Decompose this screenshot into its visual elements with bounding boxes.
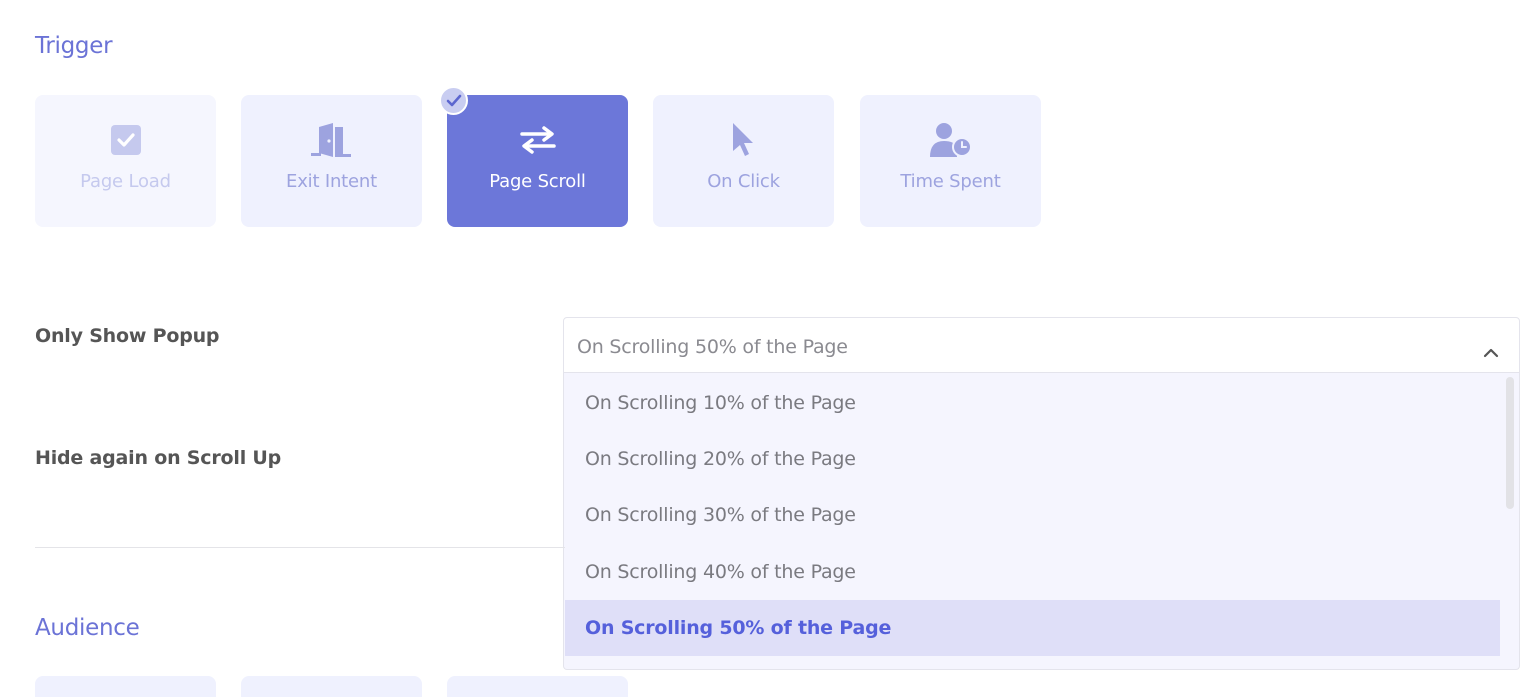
audience-card[interactable] (447, 676, 628, 697)
trigger-card-label: Page Scroll (489, 171, 586, 192)
scroll-percentage-select[interactable]: On Scrolling 50% of the Page (563, 317, 1520, 373)
trigger-card-page-scroll[interactable]: Page Scroll (447, 95, 628, 227)
audience-section-title: Audience (35, 615, 140, 641)
trigger-card-label: Exit Intent (286, 171, 377, 192)
selected-check-icon (439, 86, 468, 115)
exchange-arrows-icon (519, 123, 556, 157)
select-current-value: On Scrolling 50% of the Page (577, 336, 848, 358)
audience-card[interactable] (241, 676, 422, 697)
dropdown-scrollbar[interactable] (1506, 377, 1514, 509)
dropdown-option[interactable]: On Scrolling 20% of the Page (565, 431, 1500, 487)
section-divider (35, 547, 565, 548)
trigger-card-label: On Click (707, 171, 780, 192)
only-show-popup-label: Only Show Popup (35, 325, 220, 347)
chevron-up-icon[interactable] (1483, 343, 1499, 362)
trigger-card-on-click[interactable]: On Click (653, 95, 834, 227)
dropdown-option[interactable]: On Scrolling 40% of the Page (565, 544, 1500, 600)
trigger-card-time-spent[interactable]: Time Spent (860, 95, 1041, 227)
trigger-card-label: Time Spent (900, 171, 1001, 192)
trigger-card-exit-intent[interactable]: Exit Intent (241, 95, 422, 227)
door-icon (310, 123, 353, 157)
trigger-card-label: Page Load (80, 171, 171, 192)
cursor-icon (731, 123, 757, 157)
dropdown-option-selected[interactable]: On Scrolling 50% of the Page (565, 600, 1500, 656)
dropdown-option[interactable]: On Scrolling 30% of the Page (565, 487, 1500, 543)
checkbox-icon (110, 123, 141, 157)
hide-on-scroll-up-label: Hide again on Scroll Up (35, 447, 282, 469)
trigger-card-page-load[interactable]: Page Load (35, 95, 216, 227)
dropdown-option[interactable]: On Scrolling 10% of the Page (565, 375, 1500, 431)
user-clock-icon (929, 123, 972, 157)
trigger-section-title: Trigger (35, 33, 113, 59)
scroll-percentage-dropdown: On Scrolling 10% of the Page On Scrollin… (563, 373, 1520, 670)
audience-card[interactable] (35, 676, 216, 697)
